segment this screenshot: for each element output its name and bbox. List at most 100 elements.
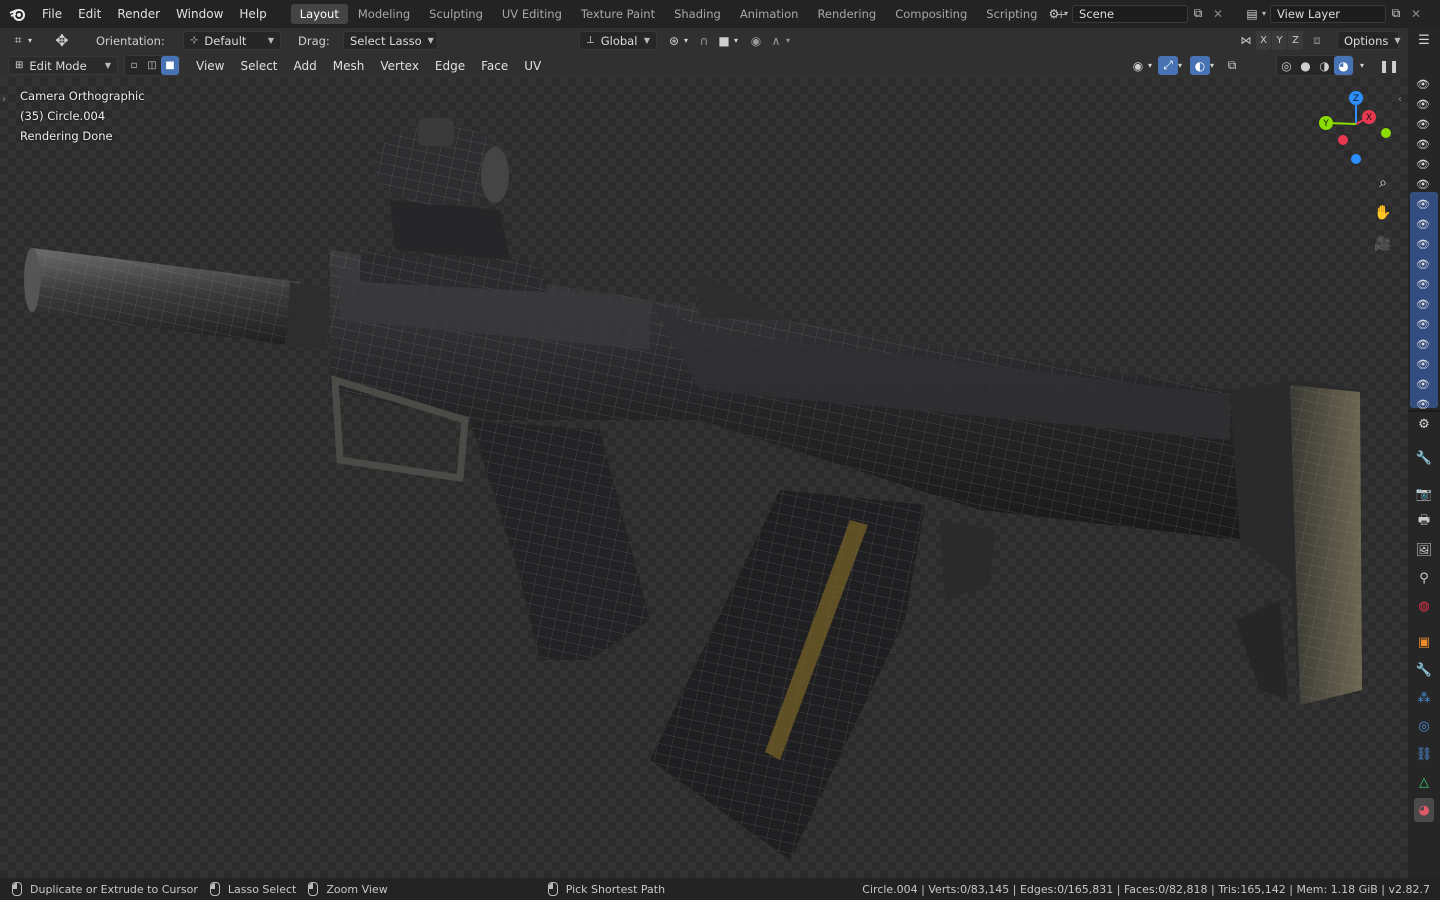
- mirror-z-toggle[interactable]: Z: [1288, 31, 1303, 50]
- topology-mirror-icon[interactable]: ⧈: [1307, 31, 1327, 50]
- properties-editor-icon[interactable]: ⚙: [1414, 412, 1434, 436]
- menu-help[interactable]: Help: [231, 7, 274, 21]
- transform-orientation-dropdown[interactable]: ⊥ Global ▼: [579, 31, 657, 50]
- tab-sculpting[interactable]: Sculpting: [420, 4, 492, 24]
- new-scene-icon[interactable]: ⧉: [1188, 4, 1208, 23]
- tab-shading[interactable]: Shading: [665, 4, 730, 24]
- scene-selector-icon[interactable]: ⚙: [1044, 4, 1064, 23]
- visibility-eye-icon[interactable]: 👁: [1416, 294, 1430, 314]
- tab-layout[interactable]: Layout: [290, 4, 348, 24]
- wireframe-shading-icon[interactable]: ◎: [1277, 56, 1296, 75]
- mirror-x-toggle[interactable]: X: [1256, 31, 1271, 50]
- tab-rendering[interactable]: Rendering: [808, 4, 885, 24]
- menu-edge[interactable]: Edge: [427, 59, 473, 73]
- tool-properties-icon[interactable]: 🔧: [1414, 446, 1434, 470]
- snap-magnet-icon[interactable]: ∩: [694, 31, 714, 50]
- mirror-y-toggle[interactable]: Y: [1272, 31, 1287, 50]
- visibility-eye-icon[interactable]: 👁: [1416, 374, 1430, 394]
- move-tool-icon[interactable]: ✥: [52, 31, 72, 50]
- menu-view[interactable]: View: [188, 59, 232, 73]
- editor-type-icon[interactable]: ⌗: [8, 31, 28, 50]
- menu-mesh[interactable]: Mesh: [325, 59, 373, 73]
- rendered-shading-icon[interactable]: ◕: [1334, 56, 1353, 75]
- menu-face[interactable]: Face: [473, 59, 516, 73]
- tab-animation[interactable]: Animation: [731, 4, 808, 24]
- visibility-eye-icon[interactable]: 👁: [1416, 74, 1430, 94]
- visibility-eye-icon[interactable]: 👁: [1416, 154, 1430, 174]
- menu-window[interactable]: Window: [168, 7, 231, 21]
- visibility-eye-icon[interactable]: 👁: [1416, 354, 1430, 374]
- orientation-dropdown[interactable]: ⊹ Default ▼: [183, 31, 281, 50]
- visibility-eye-icon[interactable]: 👁: [1416, 234, 1430, 254]
- modifier-properties-icon[interactable]: 🔧: [1414, 658, 1434, 682]
- pivot-point-icon[interactable]: ⊛: [664, 31, 684, 50]
- sidebar-collapse-chevron-icon[interactable]: ‹: [1398, 94, 1402, 105]
- options-dropdown[interactable]: Options ▼: [1337, 31, 1401, 50]
- tab-uv-editing[interactable]: UV Editing: [493, 4, 571, 24]
- menu-uv[interactable]: UV: [516, 59, 549, 73]
- edit-mode-icon: ⊞: [15, 60, 24, 71]
- outliner-editor-icon[interactable]: ☰: [1414, 28, 1434, 52]
- visibility-eye-icon[interactable]: 👁: [1416, 114, 1430, 134]
- zoom-icon[interactable]: ⌕: [1372, 172, 1394, 194]
- visibility-eye-icon[interactable]: 👁: [1416, 334, 1430, 354]
- object-properties-icon[interactable]: ▣: [1414, 630, 1434, 654]
- 3d-viewport[interactable]: Camera Orthographic (35) Circle.004 Rend…: [0, 78, 1408, 878]
- falloff-curve-icon[interactable]: ∧: [766, 31, 786, 50]
- visibility-eye-icon[interactable]: 👁: [1416, 214, 1430, 234]
- toolbar-collapse-chevron-icon[interactable]: ›: [2, 94, 6, 105]
- face-select-icon[interactable]: ■: [161, 56, 179, 75]
- menu-select[interactable]: Select: [232, 59, 285, 73]
- physics-properties-icon[interactable]: ◎: [1414, 714, 1434, 738]
- output-properties-icon[interactable]: 🖶: [1414, 510, 1434, 534]
- menu-edit[interactable]: Edit: [70, 7, 109, 21]
- solid-shading-icon[interactable]: ●: [1296, 56, 1315, 75]
- snap-target-icon[interactable]: ■: [714, 31, 734, 50]
- gizmo-toggle-icon[interactable]: ⤢: [1158, 56, 1179, 75]
- blender-logo-icon[interactable]: [0, 7, 34, 21]
- material-properties-icon[interactable]: ◕: [1414, 798, 1434, 822]
- mesh-data-properties-icon[interactable]: △: [1414, 770, 1434, 794]
- overlays-toggle-icon[interactable]: ◐: [1190, 56, 1211, 75]
- visibility-eye-icon[interactable]: 👁: [1416, 254, 1430, 274]
- visibility-eye-icon[interactable]: 👁: [1416, 134, 1430, 154]
- pause-render-icon[interactable]: ❚❚: [1379, 56, 1399, 75]
- new-view-layer-icon[interactable]: ⧉: [1386, 4, 1406, 23]
- world-properties-icon[interactable]: ◍: [1414, 594, 1434, 618]
- particles-properties-icon[interactable]: ⁂: [1414, 686, 1434, 710]
- menu-add[interactable]: Add: [286, 59, 325, 73]
- menu-file[interactable]: File: [34, 7, 70, 21]
- camera-view-icon[interactable]: 🎥: [1372, 233, 1394, 255]
- proportional-edit-icon[interactable]: ◉: [746, 31, 766, 50]
- constraints-properties-icon[interactable]: ⛓: [1414, 742, 1434, 766]
- render-properties-icon[interactable]: 📷: [1414, 482, 1434, 506]
- visibility-eye-icon[interactable]: 👁: [1416, 274, 1430, 294]
- tab-compositing[interactable]: Compositing: [886, 4, 976, 24]
- visibility-eye-icon[interactable]: 👁: [1416, 314, 1430, 334]
- visibility-selectability-icon[interactable]: ◉: [1128, 56, 1148, 75]
- menu-vertex[interactable]: Vertex: [372, 59, 427, 73]
- tab-scripting[interactable]: Scripting: [977, 4, 1046, 24]
- menu-render[interactable]: Render: [109, 7, 168, 21]
- view-layer-selector-icon[interactable]: ▤: [1242, 4, 1262, 23]
- visibility-eye-icon[interactable]: 👁: [1416, 174, 1430, 194]
- visibility-eye-icon[interactable]: 👁: [1416, 94, 1430, 114]
- view-layer-name-field[interactable]: View Layer: [1270, 4, 1387, 23]
- visibility-eye-icon[interactable]: 👁: [1416, 194, 1430, 214]
- tab-modeling[interactable]: Modeling: [349, 4, 419, 24]
- remove-view-layer-icon[interactable]: ✕: [1406, 4, 1426, 23]
- shading-options-chevron-icon[interactable]: ▾: [1360, 61, 1364, 70]
- pan-hand-icon[interactable]: ✋: [1372, 202, 1394, 224]
- vertex-select-icon[interactable]: ▫: [125, 56, 143, 75]
- tab-texture-paint[interactable]: Texture Paint: [572, 4, 664, 24]
- scene-properties-icon[interactable]: ⚲: [1414, 566, 1434, 590]
- xray-toggle-icon[interactable]: ⧉: [1222, 56, 1242, 75]
- drag-dropdown[interactable]: Select Lasso ▼: [343, 31, 438, 50]
- scene-name-field[interactable]: Scene: [1072, 4, 1189, 23]
- view-layer-properties-icon[interactable]: 🖼: [1414, 538, 1434, 562]
- material-preview-shading-icon[interactable]: ◑: [1315, 56, 1334, 75]
- mode-dropdown[interactable]: ⊞ Edit Mode ▼: [8, 56, 118, 75]
- edge-select-icon[interactable]: ◫: [143, 56, 161, 75]
- remove-scene-icon[interactable]: ✕: [1208, 4, 1228, 23]
- navigation-gizmo[interactable]: Z X Y: [1316, 90, 1396, 166]
